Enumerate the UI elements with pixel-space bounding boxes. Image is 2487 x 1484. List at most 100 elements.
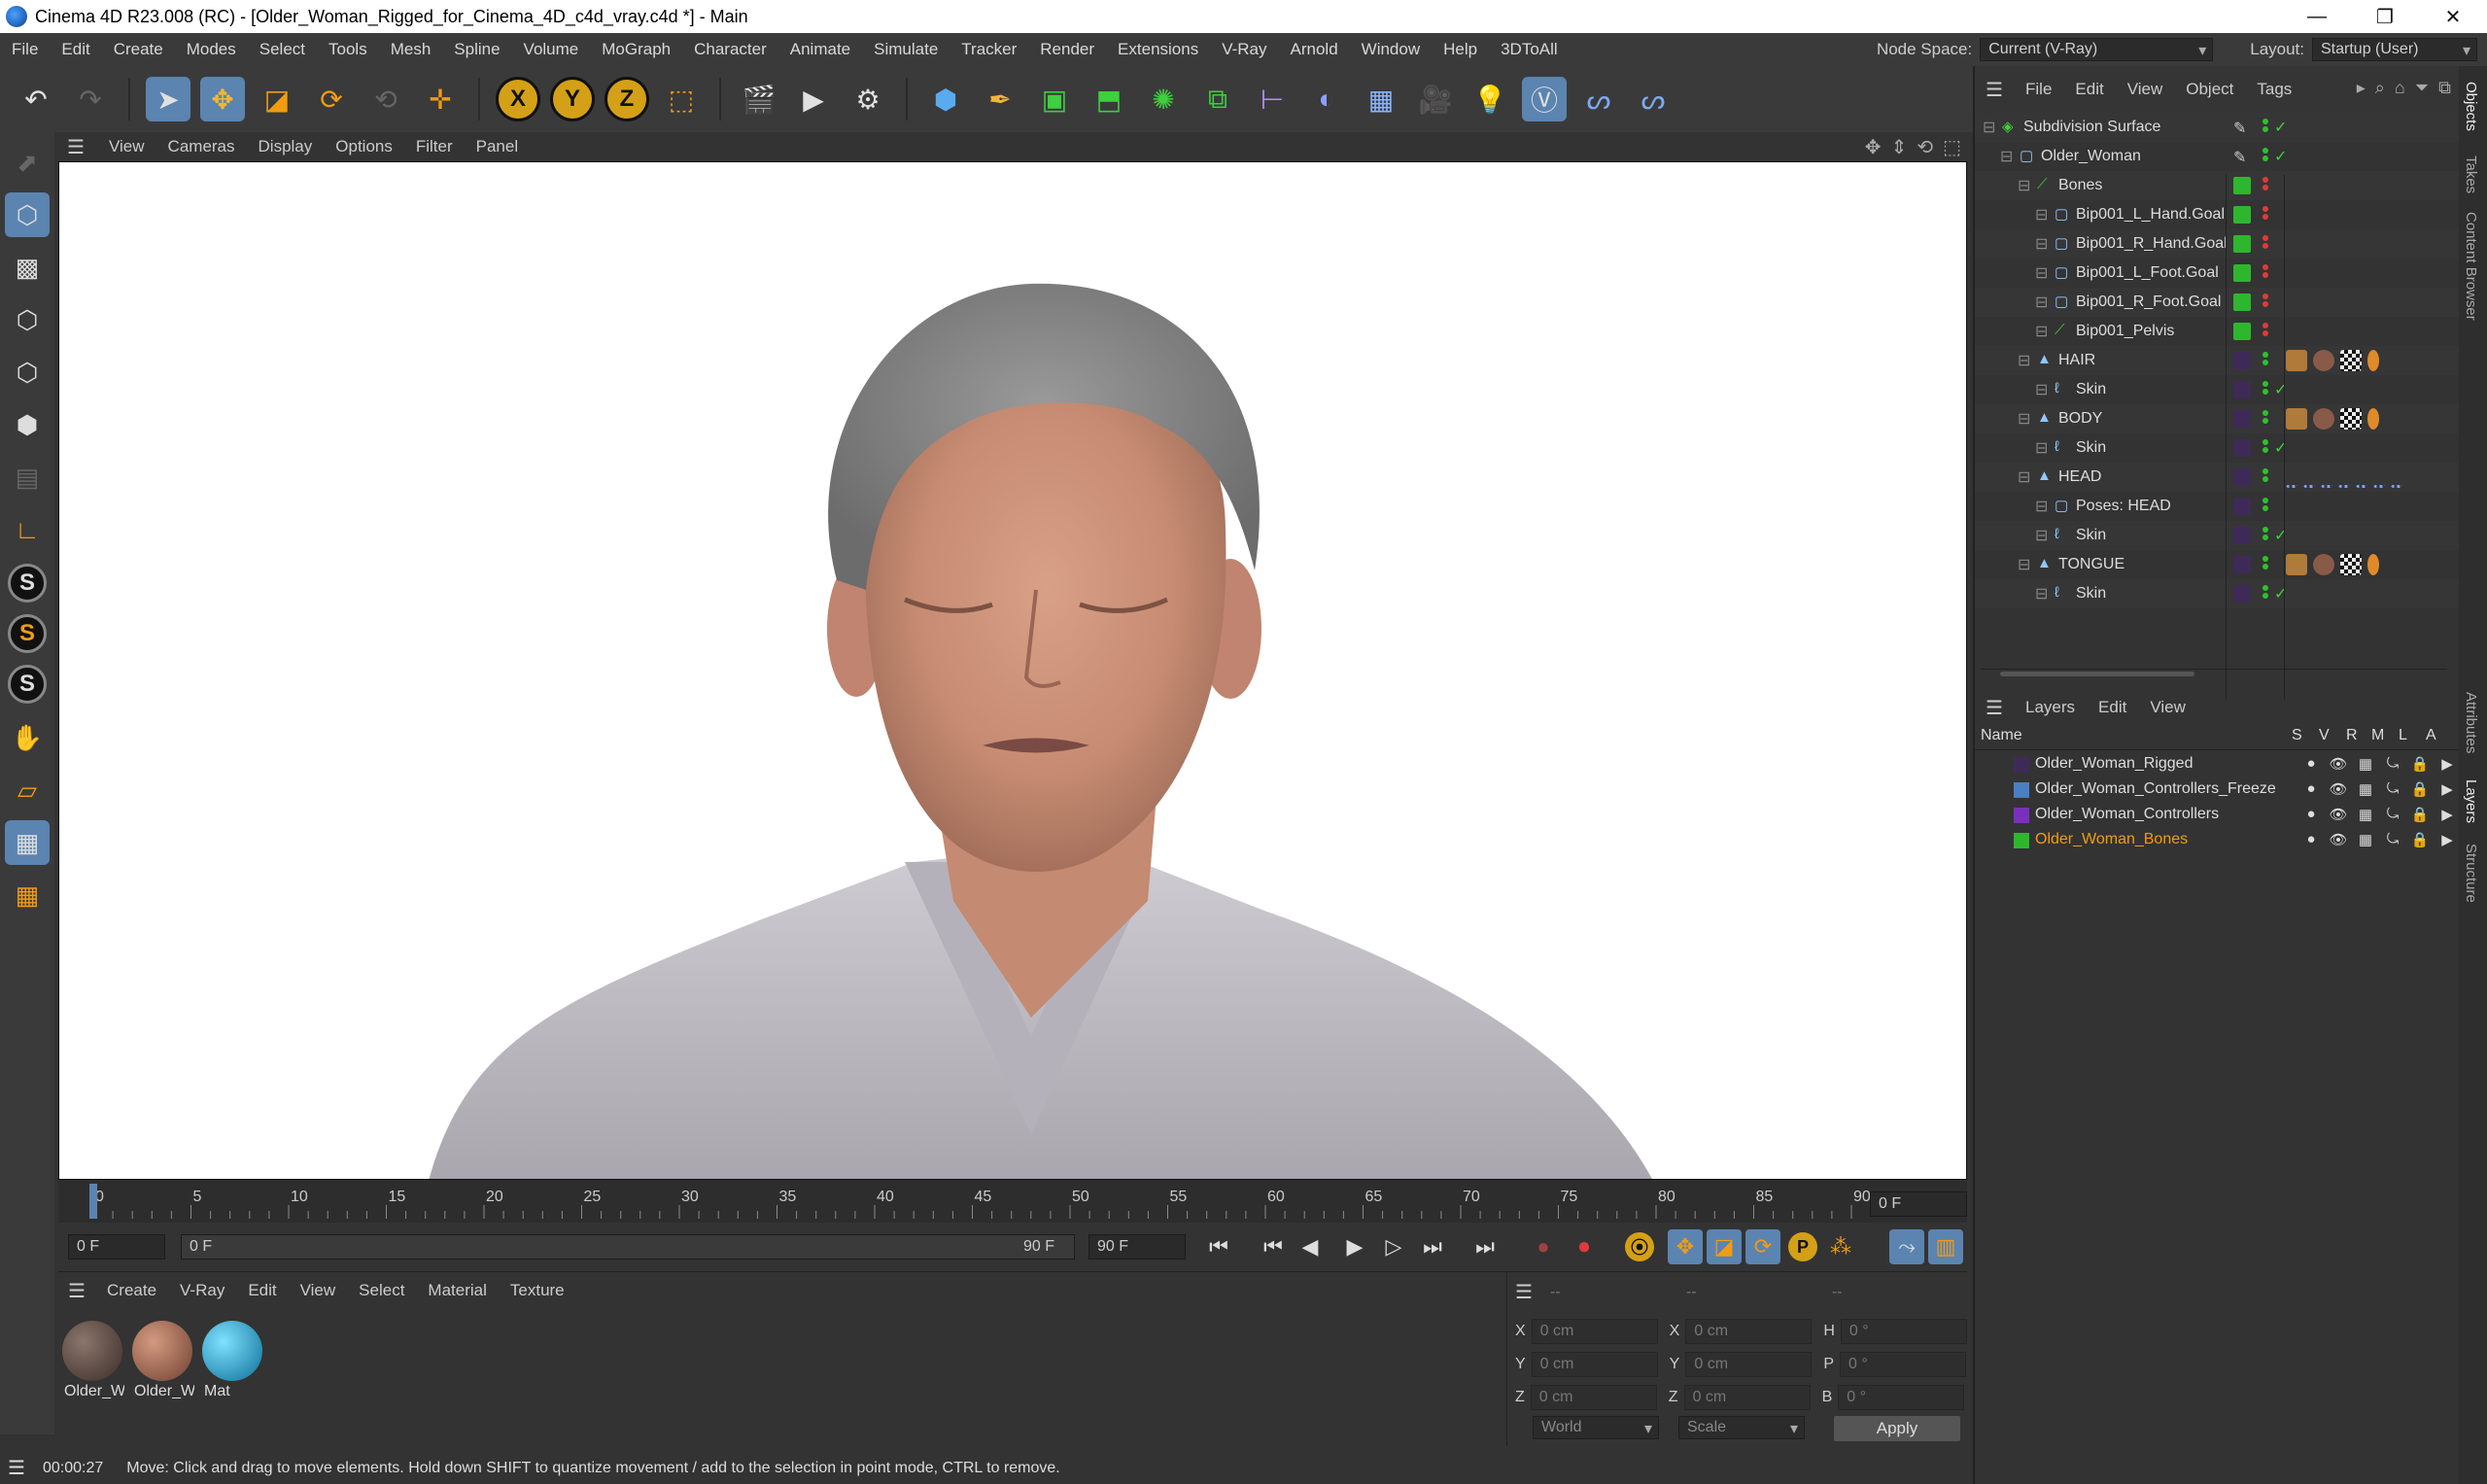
expand-toggle-icon[interactable]: ⊟ xyxy=(2035,322,2048,341)
points-mode-icon[interactable]: ⬡ xyxy=(5,297,50,342)
layer-color-swatch[interactable] xyxy=(2233,439,2251,457)
workplane-icon[interactable]: ▱ xyxy=(5,768,50,812)
previous-frame-icon[interactable]: ◀ xyxy=(1293,1229,1328,1264)
key-scale-icon[interactable]: ◪ xyxy=(1707,1229,1742,1264)
size-y-field[interactable]: 0 cm xyxy=(1685,1352,1813,1377)
vray-tag-icon[interactable] xyxy=(2286,408,2307,430)
floor-object-icon[interactable]: ▦ xyxy=(1359,77,1403,121)
expand-toggle-icon[interactable]: ⊟ xyxy=(1983,118,1995,137)
material-menu-select[interactable]: Select xyxy=(347,1281,416,1300)
minimize-button[interactable]: — xyxy=(2283,0,2351,33)
polygons-mode-icon[interactable]: ⬢ xyxy=(5,402,50,447)
object-menu-view[interactable]: View xyxy=(2116,80,2175,99)
layer-color-swatch[interactable] xyxy=(2233,585,2251,603)
layers-hamburger-icon[interactable]: ☰ xyxy=(1975,696,2014,720)
recent-tool-icon[interactable]: ⟲ xyxy=(363,77,408,121)
vray-tag-icon[interactable] xyxy=(2286,554,2307,575)
tweak-icon[interactable]: ✋ xyxy=(5,715,50,760)
menu-edit[interactable]: Edit xyxy=(50,40,101,59)
material-menu-material[interactable]: Material xyxy=(416,1281,498,1300)
layer-color-swatch[interactable] xyxy=(2233,527,2251,544)
orbit-icon[interactable]: ⟲ xyxy=(1917,135,1933,159)
side-tab-attributes[interactable]: Attributes xyxy=(2463,692,2479,753)
expand-toggle-icon[interactable]: ⊟ xyxy=(2035,263,2048,283)
visibility-dots[interactable] xyxy=(2262,264,2268,280)
layers-menu-view[interactable]: View xyxy=(2138,698,2197,717)
render-visibility-dot[interactable] xyxy=(2262,301,2268,307)
material-hamburger-icon[interactable]: ☰ xyxy=(58,1279,95,1303)
solo-icon[interactable]: ● xyxy=(2301,755,2321,773)
autokeying-icon[interactable]: ⏺ xyxy=(1567,1229,1602,1264)
menu-mesh[interactable]: Mesh xyxy=(379,40,443,59)
search-icon[interactable]: ⌕ xyxy=(2375,78,2385,98)
pose-morph-tag-icon[interactable] xyxy=(2338,466,2350,488)
rotation-p-field[interactable]: 0 ° xyxy=(1840,1352,1967,1377)
filter-icon[interactable]: ⏷ xyxy=(2415,78,2429,98)
key-rotation-icon[interactable]: ⟳ xyxy=(1745,1229,1780,1264)
object-row[interactable]: ⊟ ▢ Older_Woman ✎ ✓ xyxy=(1975,142,2461,171)
z-axis-lock-icon[interactable]: Z xyxy=(604,77,649,121)
render-picture-viewer-icon[interactable]: ▶ xyxy=(791,77,836,121)
scrollbar-thumb[interactable] xyxy=(2000,672,2194,676)
coord-hamburger-icon[interactable]: ☰ xyxy=(1515,1280,1533,1304)
render-visibility-dot[interactable] xyxy=(2262,418,2268,424)
editor-visibility-dot[interactable] xyxy=(2262,352,2268,358)
enabled-check-icon[interactable]: ✓ xyxy=(2274,526,2287,545)
layer-color-swatch[interactable] xyxy=(2233,498,2251,515)
rotation-b-field[interactable]: 0 ° xyxy=(1838,1385,1965,1410)
planar-workplane-icon[interactable]: ▦ xyxy=(5,873,50,917)
manager-icon[interactable]: ⤿ xyxy=(2383,780,2402,798)
editor-visibility-dot[interactable] xyxy=(2262,206,2268,212)
visibility-dots[interactable] xyxy=(2262,352,2268,367)
object-row[interactable]: ⊟ ◈ Subdivision Surface ✎ ✓ xyxy=(1975,113,2461,142)
viewport-menu-options[interactable]: Options xyxy=(324,137,404,156)
layer-color-swatch[interactable] xyxy=(2233,410,2251,428)
go-to-end-icon[interactable]: ⏭ xyxy=(1468,1229,1503,1264)
mograph-cloner-icon[interactable]: ⧉ xyxy=(1195,77,1240,121)
layer-color-swatch[interactable] xyxy=(2233,381,2251,398)
editor-visibility-dot[interactable] xyxy=(2262,410,2268,416)
undo-icon[interactable]: ↶ xyxy=(14,77,58,121)
material-menu-texture[interactable]: Texture xyxy=(499,1281,576,1300)
render-visibility-dot[interactable] xyxy=(2262,272,2268,278)
uv-mode-icon[interactable]: ▤ xyxy=(5,455,50,500)
material-tag-icon[interactable] xyxy=(2313,408,2334,430)
menu-volume[interactable]: Volume xyxy=(512,40,591,59)
layout-dropdown[interactable]: Startup (User) xyxy=(2312,38,2477,61)
scale-tool-icon[interactable]: ◪ xyxy=(255,77,299,121)
material-tag-icon[interactable] xyxy=(2313,554,2334,575)
subdivision-generator-icon[interactable]: ▣ xyxy=(1032,77,1077,121)
layer-row[interactable]: Older_Woman_Bones ● 👁 ▦ ⤿ 🔒 ▶ xyxy=(1975,828,2461,853)
maximize-button[interactable]: ❐ xyxy=(2351,0,2419,33)
close-button[interactable]: ✕ xyxy=(2419,0,2487,33)
menu-help[interactable]: Help xyxy=(1432,40,1489,59)
quantize-icon[interactable]: S xyxy=(8,665,47,704)
render-visibility-dot[interactable] xyxy=(2262,535,2268,540)
visibility-dots[interactable] xyxy=(2262,498,2268,513)
object-menu-tags[interactable]: Tags xyxy=(2245,80,2303,99)
visibility-dots[interactable] xyxy=(2262,148,2268,163)
enabled-check-icon[interactable]: ✓ xyxy=(2274,438,2287,458)
field-icon[interactable]: ◐ xyxy=(1304,77,1349,121)
viewport-menu-display[interactable]: Display xyxy=(247,137,325,156)
menu-extensions[interactable]: Extensions xyxy=(1106,40,1210,59)
object-row[interactable]: ⊟ ▢ Poses: HEAD xyxy=(1975,492,2461,521)
render-visibility-dot[interactable] xyxy=(2262,214,2268,220)
viewport-menu-panel[interactable]: Panel xyxy=(465,137,530,156)
render-visibility-dot[interactable] xyxy=(2262,185,2268,190)
menu-select[interactable]: Select xyxy=(248,40,317,59)
visibility-dots[interactable] xyxy=(2262,235,2268,251)
size-x-field[interactable]: 0 cm xyxy=(1685,1319,1813,1344)
layer-color-swatch[interactable] xyxy=(2014,782,2029,798)
editor-visibility-dot[interactable] xyxy=(2262,498,2268,503)
viewport-menu-cameras[interactable]: Cameras xyxy=(156,137,247,156)
size-z-field[interactable]: 0 cm xyxy=(1683,1385,1811,1410)
edges-mode-icon[interactable]: ⬡ xyxy=(5,350,50,395)
layer-color-swatch[interactable] xyxy=(2233,323,2251,340)
render-visibility-dot[interactable] xyxy=(2262,389,2268,395)
visibility-dots[interactable] xyxy=(2262,410,2268,426)
expand-toggle-icon[interactable]: ⊟ xyxy=(2000,147,2013,166)
weight-tag-icon[interactable] xyxy=(2367,350,2379,371)
end-frame-field[interactable]: 90 F xyxy=(1088,1234,1186,1260)
lock-icon[interactable]: 🔒 xyxy=(2410,755,2430,773)
